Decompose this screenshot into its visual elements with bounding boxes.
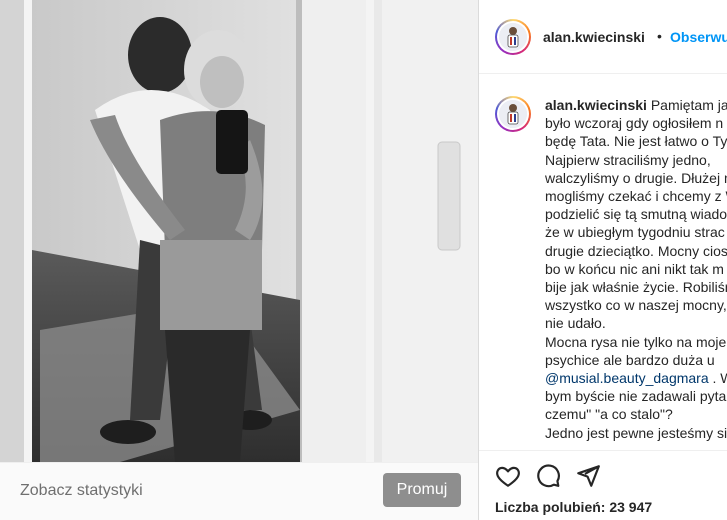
post-header: alan.kwiecinski • Obserwuj [479,0,727,74]
mention-link[interactable]: @musial.beauty_dagmara [545,370,709,386]
avatar[interactable] [495,19,531,55]
mirror-selfie-image [0,0,478,462]
post-actions: Liczba polubień: 23 947 [479,450,727,520]
view-insights-link[interactable]: Zobacz statystyki [20,482,143,500]
caption-avatar[interactable] [495,96,531,132]
stats-bar: Zobacz statystyki Promuj [0,462,478,520]
likes-count[interactable]: Liczba polubień: 23 947 [495,499,652,515]
caption-line: wszystko co w naszej mocny, [545,297,727,314]
caption-line: bo w końcu nic ani nikt tak m [545,260,724,277]
caption-line: mogliśmy czekać i chcemy z W [545,188,727,205]
caption-line: walczyliśmy o drugie. Dłużej n [545,169,727,186]
user-avatar-icon [499,23,527,51]
post-author-username[interactable]: alan.kwiecinski [543,29,645,45]
heart-icon[interactable] [495,463,521,489]
share-icon[interactable] [575,463,601,489]
post-sidebar: alan.kwiecinski • Obserwuj alan.kwiecins… [478,0,727,520]
caption-line: podzielić się tą smutną wiado [545,206,727,223]
caption-line: Jedno jest pewne jesteśmy sil [545,424,727,441]
caption-line: bije jak właśnie życie. Robiliśn [545,279,727,296]
caption-line: nie udało. [545,315,606,332]
caption-line: Mocna rysa nie tylko na moje [545,333,727,350]
caption-line: że w ubiegłym tygodniu strac [545,224,725,241]
post-caption: alan.kwiecinski Pamiętam jak było wczora… [545,96,727,442]
caption-area: alan.kwiecinski Pamiętam jak było wczora… [479,74,727,450]
caption-line: czemu" "a co stalo"? [545,406,673,423]
follow-button[interactable]: Obserwuj [670,29,727,45]
promote-button[interactable]: Promuj [383,473,461,507]
separator-dot: • [657,28,662,44]
caption-line: alan.kwiecinski Pamiętam jak [545,97,727,113]
caption-line: Najpierw straciliśmy jedno, [545,151,711,168]
caption-line: bym byście nie zadawali pytar [545,388,727,405]
caption-line: psychice ale bardzo duża u [545,351,715,368]
user-avatar-icon [499,100,527,128]
comment-icon[interactable] [535,463,561,489]
caption-line: było wczoraj gdy ogłosiłem n [545,115,724,132]
post-photo[interactable] [0,0,478,462]
caption-username[interactable]: alan.kwiecinski [545,97,647,113]
caption-line: będę Tata. Nie jest łatwo o Ty [545,133,727,150]
caption-line: drugie dzieciątko. Mocny cios [545,242,727,259]
caption-line: @musial.beauty_dagmara . W [545,370,727,387]
